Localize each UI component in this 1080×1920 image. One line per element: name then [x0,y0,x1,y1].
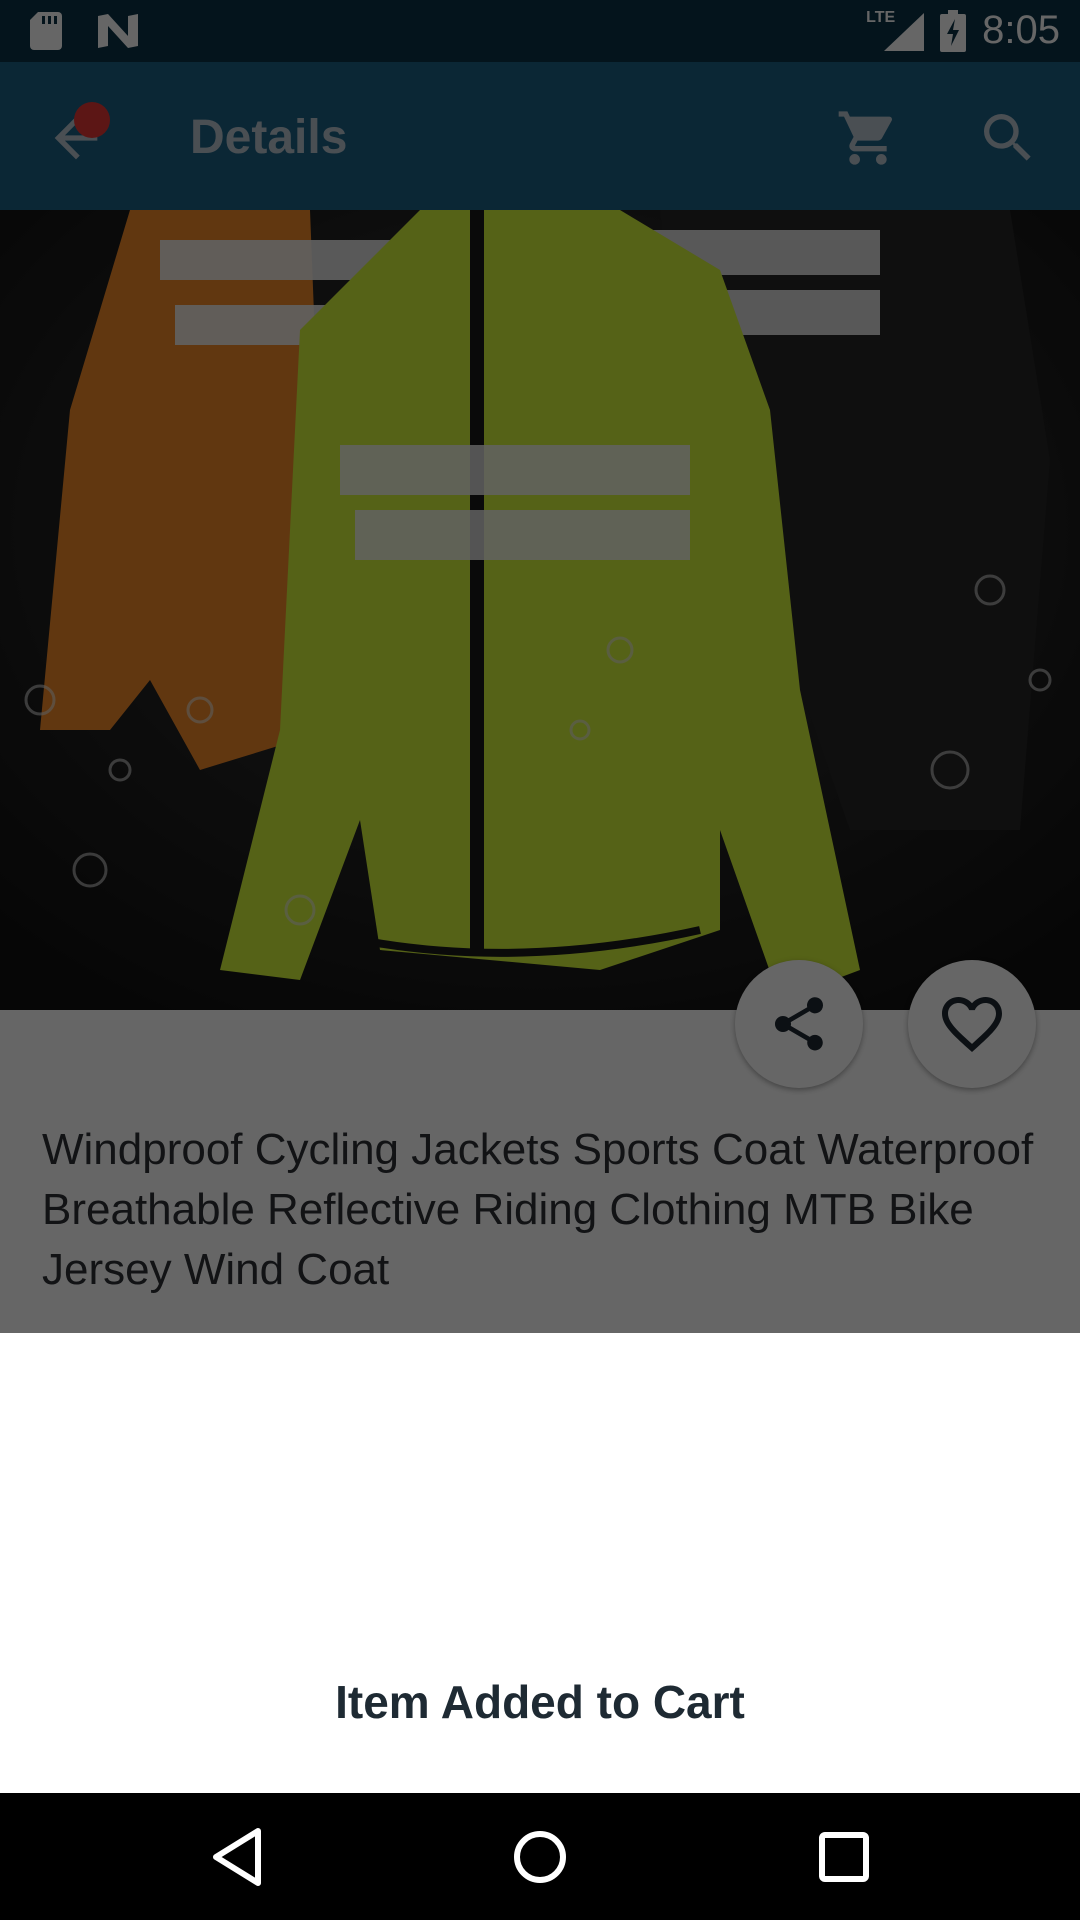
back-triangle-icon[interactable] [200,1821,272,1893]
share-icon [774,997,824,1051]
recents-square-icon[interactable] [808,1821,880,1893]
app-bar: Details [0,62,1080,210]
cart-icon[interactable] [836,106,900,170]
notification-badge [74,102,110,138]
home-circle-icon[interactable] [504,1821,576,1893]
page-title: Details [190,111,348,164]
confirmation-sheet: Item Added to Cart [0,1333,1080,1793]
n-logo-icon [98,14,138,48]
product-image [0,210,1080,1010]
favorite-button[interactable] [908,960,1036,1088]
signal-icon: LTE [866,9,925,51]
status-bar: LTE 8:05 [0,0,1080,62]
heart-icon [942,997,1002,1053]
share-button[interactable] [735,960,863,1088]
system-nav-bar [0,1793,1080,1920]
battery-charging-icon [940,9,967,52]
clock: 8:05 [982,8,1060,52]
product-title: Windproof Cycling Jackets Sports Coat Wa… [42,1125,1034,1294]
search-icon[interactable] [976,106,1040,170]
snackbar-message: Item Added to Cart [335,1676,745,1728]
sd-card-icon [30,12,62,50]
